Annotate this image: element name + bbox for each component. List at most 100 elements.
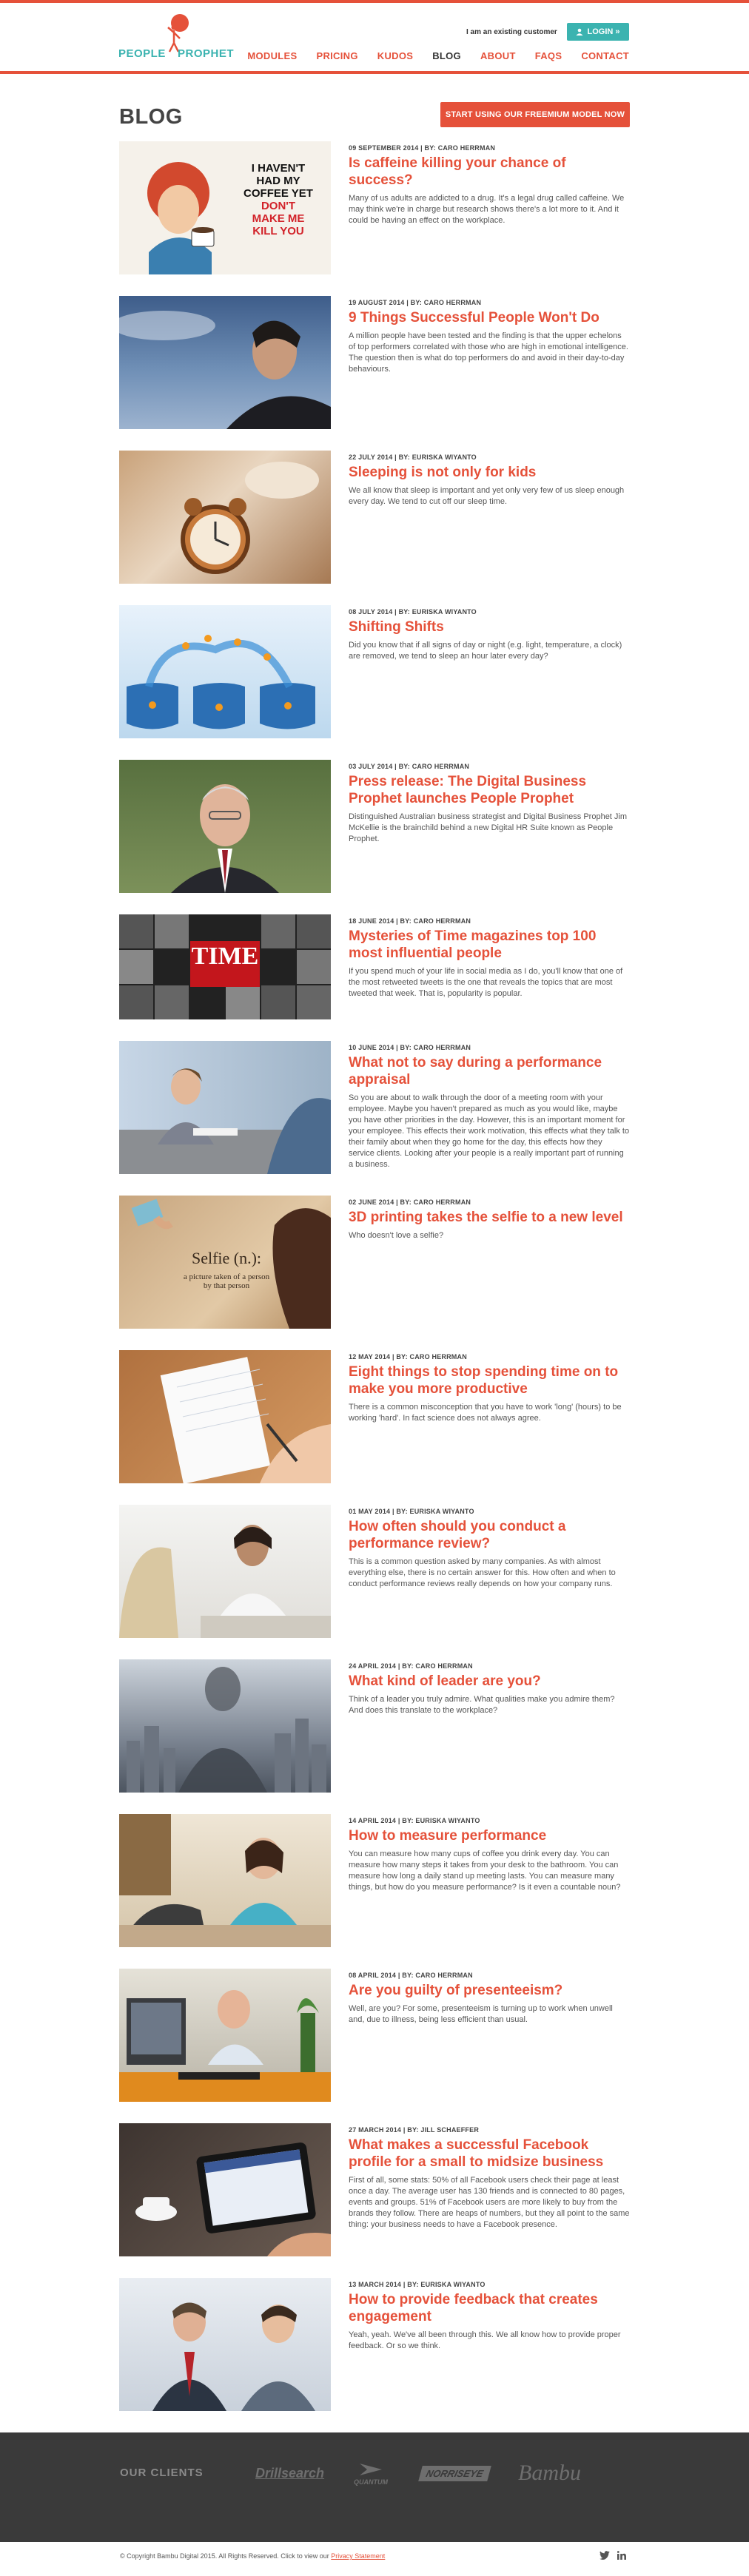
post-thumbnail-presenteeism[interactable] xyxy=(119,1969,331,2102)
post-excerpt: Who doesn't love a selfie? xyxy=(349,1231,444,1240)
post-title-link[interactable]: What makes a successful Facebook profile… xyxy=(349,2137,630,2171)
post-title-link[interactable]: 3D printing takes the selfie to a new le… xyxy=(349,1209,630,1226)
post-list: I HAVEN'T HAD MY COFFEE YET DON'T MAKE M… xyxy=(119,141,630,2411)
quantum-mark-icon xyxy=(360,2464,382,2475)
post-thumbnail-successful-woman[interactable] xyxy=(119,296,331,429)
post-title-link[interactable]: Eight things to stop spending time on to… xyxy=(349,1363,630,1397)
client-name: Drillsearch xyxy=(255,2465,325,2481)
post-meta: 08 APRIL 2014 | BY: CARO HERRMAN xyxy=(349,1972,473,1979)
post-meta: 08 JULY 2014 | BY: EURISKA WIYANTO xyxy=(349,608,477,616)
privacy-statement-link[interactable]: Privacy Statement xyxy=(331,2552,385,2560)
blog-post: 14 APRIL 2014 | BY: EURISKA WIYANTO How … xyxy=(119,1814,630,1947)
post-excerpt: This is a common question asked by many … xyxy=(349,1557,616,1588)
linkedin-icon[interactable] xyxy=(617,2551,626,2560)
post-thumbnail-goldfish[interactable] xyxy=(119,605,331,738)
coffee-sign-line5: MAKE ME xyxy=(252,212,305,225)
nav-pricing[interactable]: PRICING xyxy=(316,50,357,61)
user-icon xyxy=(576,28,583,36)
freemium-cta-button[interactable]: START USING OUR FREEMIUM MODEL NOW xyxy=(440,102,630,127)
post-thumbnail-coffee[interactable]: I HAVEN'T HAD MY COFFEE YET DON'T MAKE M… xyxy=(119,141,331,274)
notebook-writing-photo xyxy=(160,1357,331,1483)
post-title-link[interactable]: 9 Things Successful People Won't Do xyxy=(349,309,630,326)
selfie-definition-line2: by that person xyxy=(203,1281,250,1290)
nav-contact[interactable]: CONTACT xyxy=(581,50,629,61)
coffee-sign-line3: COFFEE YET xyxy=(243,187,313,200)
people-prophet-logo[interactable]: PEOPLE PROPHET xyxy=(118,12,234,65)
post-meta: 22 JULY 2014 | BY: EURISKA WIYANTO xyxy=(349,454,477,461)
post-thumbnail-notebook[interactable] xyxy=(119,1350,331,1483)
stressed-worker-photo xyxy=(119,1990,331,2102)
post-meta: 12 MAY 2014 | BY: CARO HERRMAN xyxy=(349,1353,467,1361)
blog-post: 22 JULY 2014 | BY: EURISKA WIYANTO Sleep… xyxy=(119,451,630,584)
blog-post: 12 MAY 2014 | BY: CARO HERRMAN Eight thi… xyxy=(119,1350,630,1483)
post-title-link[interactable]: Mysteries of Time magazines top 100 most… xyxy=(349,928,630,962)
post-thumbnail-appraisal[interactable] xyxy=(119,1041,331,1174)
post-thumbnail-selfie[interactable]: Selfie (n.): a picture taken of a person… xyxy=(119,1196,331,1329)
twitter-icon[interactable] xyxy=(599,2551,610,2560)
interview-photo xyxy=(119,1525,331,1638)
post-title-link[interactable]: Is caffeine killing your chance of succe… xyxy=(349,155,630,189)
post-title-link[interactable]: Shifting Shifts xyxy=(349,618,630,635)
post-title-link[interactable]: Press release: The Digital Business Prop… xyxy=(349,773,630,807)
nav-modules[interactable]: MODULES xyxy=(247,50,297,61)
clients-label: OUR CLIENTS xyxy=(120,2467,204,2479)
city-leader-photo xyxy=(127,1667,326,1793)
post-thumbnail-feedback[interactable] xyxy=(119,2278,331,2411)
post-title-link[interactable]: What not to say during a performance app… xyxy=(349,1054,630,1088)
post-title-link[interactable]: How to provide feedback that creates eng… xyxy=(349,2291,630,2325)
post-title-link[interactable]: Are you guilty of presenteeism? xyxy=(349,1982,630,1999)
logo-word-people: PEOPLE xyxy=(118,47,166,60)
post-thumbnail-leader[interactable] xyxy=(119,1659,331,1793)
blog-post: I HAVEN'T HAD MY COFFEE YET DON'T MAKE M… xyxy=(119,141,630,274)
nav-blog[interactable]: BLOG xyxy=(432,50,461,61)
post-title-link[interactable]: How to measure performance xyxy=(349,1827,630,1844)
client-name: NORRISEYE xyxy=(418,2465,491,2481)
post-meta: 10 JUNE 2014 | BY: CARO HERRMAN xyxy=(349,1044,471,1051)
post-excerpt: Did you know that if all signs of day or… xyxy=(349,641,622,661)
blog-post: 27 MARCH 2014 | BY: JILL SCHAEFFER What … xyxy=(119,2123,630,2256)
login-label: LOGIN » xyxy=(587,27,620,36)
existing-customer-text: I am an existing customer xyxy=(466,28,557,36)
nav-kudos[interactable]: KUDOS xyxy=(377,50,413,61)
post-excerpt: Think of a leader you truly admire. What… xyxy=(349,1695,615,1715)
post-title-link[interactable]: What kind of leader are you? xyxy=(349,1673,630,1690)
post-thumbnail-performance-review[interactable] xyxy=(119,1505,331,1638)
client-name: QUANTUM xyxy=(354,2478,388,2486)
copyright-label: © Copyright Bambu Digital 2015. All Righ… xyxy=(120,2552,329,2560)
post-thumbnail-measure[interactable] xyxy=(119,1814,331,1947)
coffee-sign-line4: DON'T xyxy=(261,200,296,212)
post-excerpt: Yeah, yeah. We've all been through this.… xyxy=(349,2330,621,2350)
blog-post: 03 JULY 2014 | BY: CARO HERRMAN Press re… xyxy=(119,760,630,893)
post-meta: 19 AUGUST 2014 | BY: CARO HERRMAN xyxy=(349,299,482,306)
coffee-sign-line2: HAD MY xyxy=(256,175,300,187)
goldfish-bowls-photo xyxy=(127,635,315,729)
post-excerpt: First of all, some stats: 50% of all Fac… xyxy=(349,2176,630,2229)
post-meta: 01 MAY 2014 | BY: EURISKA WIYANTO xyxy=(349,1508,474,1515)
post-title-link[interactable]: How often should you conduct a performan… xyxy=(349,1518,630,1552)
post-excerpt: Distinguished Australian business strate… xyxy=(349,812,628,843)
nav-about[interactable]: ABOUT xyxy=(480,50,516,61)
post-thumbnail-press-release[interactable] xyxy=(119,760,331,893)
post-excerpt: Many of us adults are addicted to a drug… xyxy=(349,194,625,225)
login-button[interactable]: LOGIN » xyxy=(567,23,629,41)
blog-post: 10 JUNE 2014 | BY: CARO HERRMAN What not… xyxy=(119,1041,630,1174)
post-title-link[interactable]: Sleeping is not only for kids xyxy=(349,464,630,481)
blog-post: Selfie (n.): a picture taken of a person… xyxy=(119,1196,630,1329)
post-thumbnail-facebook[interactable] xyxy=(119,2123,331,2256)
office-meeting-photo xyxy=(119,1068,331,1174)
post-excerpt: A million people have been tested and th… xyxy=(349,331,628,374)
nav-faqs[interactable]: FAQS xyxy=(535,50,562,61)
client-logo-drillsearch: Drillsearch xyxy=(255,2461,324,2486)
client-name: Bambu xyxy=(518,2461,581,2485)
selfie-definition-word: Selfie (n.): xyxy=(191,1249,262,1267)
blog-post: 24 APRIL 2014 | BY: CARO HERRMAN What ki… xyxy=(119,1659,630,1793)
post-meta: 03 JULY 2014 | BY: CARO HERRMAN xyxy=(349,763,470,770)
post-thumbnail-sleeping[interactable] xyxy=(119,451,331,584)
post-thumbnail-time-magazine[interactable]: TIME xyxy=(119,914,331,1019)
businesswoman-photo xyxy=(119,311,331,429)
alarm-clock-photo xyxy=(181,462,319,574)
post-meta: 13 MARCH 2014 | BY: EURISKA WIYANTO xyxy=(349,2281,486,2288)
post-excerpt: There is a common misconception that you… xyxy=(349,1403,622,1423)
copyright-text: © Copyright Bambu Digital 2015. All Righ… xyxy=(120,2552,385,2560)
meeting-desk-photo xyxy=(119,1814,331,1947)
